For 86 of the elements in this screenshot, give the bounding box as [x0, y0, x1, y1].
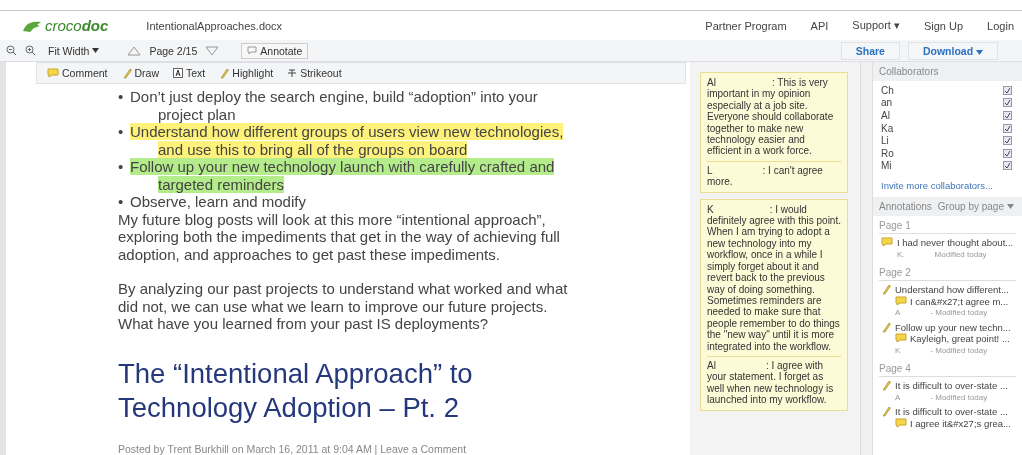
zoom-in-icon[interactable]: [25, 45, 36, 56]
bullet-text: Observe, learn and modify: [130, 193, 306, 211]
zoom-dropdown[interactable]: Fit Width: [44, 44, 104, 57]
caret-icon: [1007, 204, 1014, 210]
collaborator-name: Li: [881, 135, 889, 147]
zoom-out-icon[interactable]: [6, 45, 17, 56]
byline: Posted by Trent Burkhill on March 16, 2011 at 9:04 AM | Leave a Comment: [118, 442, 468, 455]
checkbox[interactable]: [1003, 111, 1012, 120]
comment-text: Al : This is very important in my opinion especially at a job site. Everyone should collaborate together to make new technology easier and efficient in a work force.: [707, 77, 835, 157]
collaborator-name: Mi: [881, 160, 892, 172]
annotation-text[interactable]: Follow up your new techn...: [895, 321, 1011, 334]
nav-link[interactable]: Support ▾: [852, 19, 900, 32]
highlighter-icon: [881, 380, 891, 392]
caret-icon: [976, 49, 983, 55]
annotation-tool[interactable]: Text: [169, 67, 210, 79]
post-title: The “Intentional Approach” to Technology Adoption – Pt. 2: [118, 356, 474, 425]
annotation-meta: K - Modified today: [895, 344, 989, 357]
bullet-text: Understand how different groups of users view new technologies, and use this to bring all of the groups on board: [130, 123, 565, 158]
annotation-tool[interactable]: Highlight: [215, 67, 278, 79]
highlighter-icon: [881, 321, 891, 333]
comment-icon: [895, 417, 907, 428]
checkbox[interactable]: [1003, 123, 1012, 133]
reply-text: I agree it&#x27;s grea...: [910, 417, 1011, 430]
checkbox[interactable]: [1003, 85, 1012, 95]
annotations-header: Annotations: [879, 201, 932, 213]
comment-text: K : I would definitely agree with this point. When I am trying to adopt a new technology into my workflow, once in a while I simply forget about it and revert back to the previous way of doing something. Sometimes reminders are needed to make sure that people remember to do things the "new way" until it is more integrated into the workflow.: [707, 203, 841, 352]
annotation-text[interactable]: I had never thought about...: [897, 237, 1014, 249]
nav-link[interactable]: API: [810, 19, 829, 32]
caret-icon: [92, 48, 100, 53]
nav-link[interactable]: Login: [987, 19, 1014, 32]
page-label: Page 4: [879, 363, 1016, 378]
comment-icon: [895, 295, 907, 306]
reply-text: Kayleigh, great point! ...: [910, 333, 1010, 345]
collaborator-name: Al: [881, 110, 890, 121]
download-button[interactable]: Download: [907, 41, 998, 60]
bullet-text: Follow up your new technology launch with carefully crafted and targeted reminders: [130, 158, 556, 193]
checkbox[interactable]: [1003, 98, 1012, 108]
text-box-icon: [173, 68, 184, 78]
collaborator-name: Ka: [881, 122, 894, 134]
strikeout-icon: [287, 68, 298, 78]
bullet: •: [118, 158, 125, 177]
annotation-text[interactable]: It is difficult to over-state ...: [895, 406, 1011, 418]
reply-text: I can&#x27;t agree m...: [910, 295, 1009, 308]
bullet-text: Don’t just deploy the search engine, build “adoption” into your project plan: [130, 88, 539, 123]
annotation-tool[interactable]: Strikeout: [283, 67, 346, 79]
annotation-text[interactable]: It is difficult to over-state ...: [895, 380, 1008, 392]
page-indicator: Page 2/15: [149, 44, 198, 57]
page-label: Page 2: [879, 267, 1016, 282]
annotation-tool[interactable]: Draw: [117, 67, 164, 79]
annotation-tool[interactable]: Comment: [43, 67, 112, 79]
comment-icon: [47, 68, 59, 78]
pencil-icon: [121, 67, 132, 79]
collaborator-name: Ro: [881, 147, 894, 159]
annotate-button[interactable]: Annotate: [241, 42, 309, 59]
logo[interactable]: crocodoc: [22, 17, 109, 34]
share-button[interactable]: Share: [840, 41, 900, 60]
paragraph: By analyzing our past projects to understand what worked and what did not, we can use what we learn to improve our future projects. What have you learned from your past IS deployments?: [118, 280, 569, 333]
highlighter-icon: [219, 67, 230, 79]
collaborators-header: Collaborators: [873, 62, 1022, 81]
bullet: •: [118, 88, 125, 107]
speech-bubble-icon: [247, 46, 258, 55]
reply-text: L : I can't agree more.: [707, 160, 841, 188]
annotation-meta: K. Modified today: [897, 248, 988, 261]
reply-text: Al : I agree with your statement. I forget as well when new technology is launched into my workflow.: [707, 355, 841, 406]
checkbox[interactable]: [1003, 136, 1012, 146]
checkbox[interactable]: [1003, 161, 1012, 171]
invite-link[interactable]: Invite more collaborators...: [873, 172, 1022, 198]
highlighter-icon: [881, 406, 891, 418]
scrollbar[interactable]: [860, 62, 872, 455]
page-label: Page 1: [879, 220, 1016, 235]
comment-icon: [881, 237, 893, 248]
annotation-meta: A - Modified today: [895, 391, 989, 404]
annotation-text[interactable]: Understand how different...: [895, 284, 1009, 296]
logo-text: crocodoc: [45, 17, 109, 34]
collaborator-name: an: [881, 97, 893, 109]
bullet: •: [118, 123, 125, 142]
checkbox[interactable]: [1003, 148, 1012, 158]
comment-icon: [895, 333, 907, 344]
bullet: •: [118, 193, 125, 211]
highlighter-icon: [881, 284, 891, 296]
file-name: IntentionalApproaches.docx: [146, 19, 283, 32]
annotation-meta: A - Modified today: [895, 307, 989, 319]
paragraph: My future blog posts will look at this more “intentional approach”, exploring both the impediments that get in the way of achieving full adoption, and approaches to get past these impediments.: [118, 210, 561, 263]
nav-link[interactable]: Partner Program: [705, 19, 787, 32]
nav-link[interactable]: Sign Up: [923, 19, 964, 32]
collaborator-name: Ch: [881, 84, 894, 96]
